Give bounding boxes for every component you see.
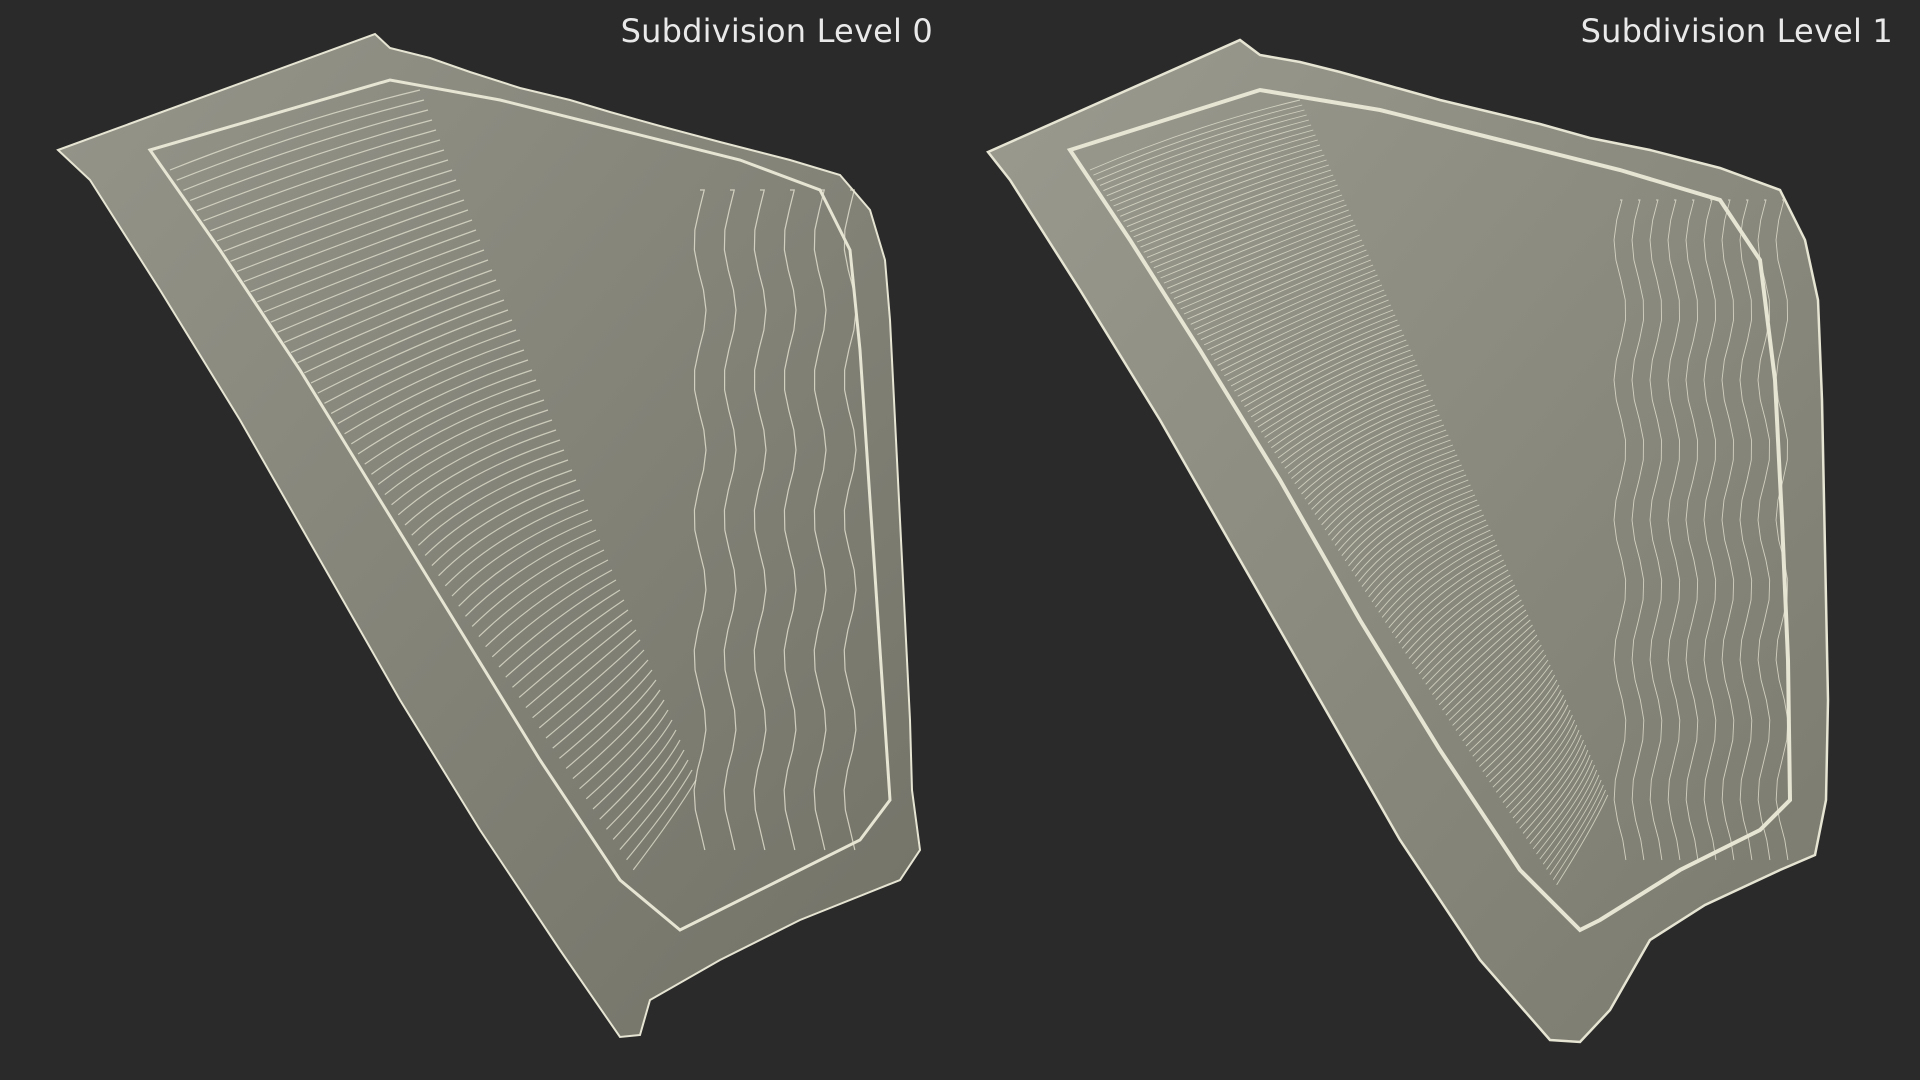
- panel-label: Subdivision Level 1: [1580, 12, 1893, 50]
- wireframe-model-level-0: [56, 32, 922, 1039]
- wireframe-model-level-1: [986, 38, 1830, 1044]
- tray-rim: [986, 38, 1830, 1044]
- render-canvas: Subdivision Level 0 Subdivision Level 1: [0, 0, 1920, 1080]
- panel-subdivision-0: Subdivision Level 0: [0, 0, 960, 1080]
- panel-label: Subdivision Level 0: [620, 12, 933, 50]
- panel-subdivision-1: Subdivision Level 1: [960, 0, 1920, 1080]
